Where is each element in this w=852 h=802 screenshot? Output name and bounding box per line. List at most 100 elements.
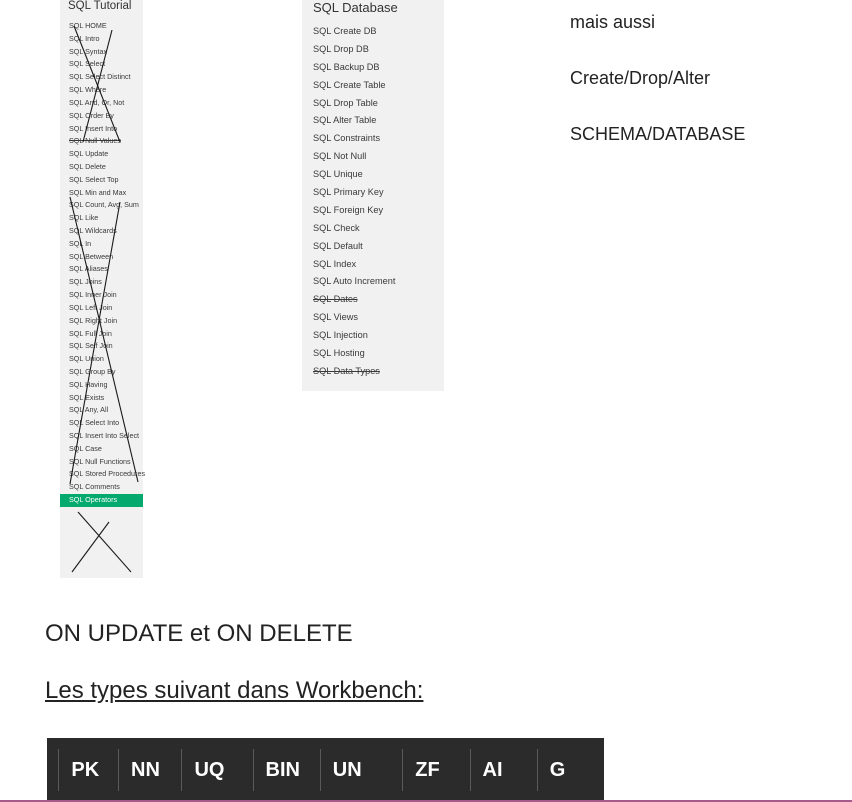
tutorial-menu-item[interactable]: SQL Having <box>60 379 143 392</box>
tutorial-menu-item[interactable]: SQL Joins <box>60 276 143 289</box>
tutorial-menu-item[interactable]: SQL And, Or, Not <box>60 97 143 110</box>
tutorial-menu-item[interactable]: SQL Select Distinct <box>60 71 143 84</box>
database-menu-item-label: SQL Backup DB <box>313 61 380 72</box>
tutorial-menu-item-label: SQL And, Or, Not <box>69 97 125 107</box>
tutorial-menu-item-label: SQL Union <box>69 354 104 364</box>
database-menu-item-label: SQL Create Table <box>313 79 386 90</box>
tutorial-menu-item[interactable]: SQL Insert Into Select <box>60 430 143 443</box>
tutorial-menu-item[interactable]: SQL Count, Avg, Sum <box>60 199 143 212</box>
database-menu-item[interactable]: SQL Index <box>302 256 444 274</box>
tutorial-menu-item[interactable]: SQL Where <box>60 84 143 97</box>
tutorial-menu-item-label: SQL Syntax <box>69 46 108 56</box>
database-menu-item[interactable]: SQL Data Types <box>302 363 444 381</box>
flag-nn-button[interactable]: NN <box>118 749 181 791</box>
tutorial-menu-item[interactable]: SQL Between <box>60 251 143 264</box>
tutorial-menu-item[interactable]: SQL Aliases <box>60 263 143 276</box>
tutorial-menu-item-label: SQL Count, Avg, Sum <box>69 200 139 210</box>
tutorial-menu-item[interactable]: SQL Inner Join <box>60 289 143 302</box>
tutorial-menu-item[interactable]: SQL Delete <box>60 161 143 174</box>
flag-un-button[interactable]: UN <box>319 749 402 791</box>
tutorial-menu-item[interactable]: SQL Select Into <box>60 417 143 430</box>
tutorial-menu-item[interactable]: SQL Stored Procedures <box>60 468 145 481</box>
tutorial-menu-item-label: SQL Operators <box>69 495 118 505</box>
database-menu-item[interactable]: SQL Drop DB <box>302 41 444 59</box>
tutorial-menu-item-label: SQL Self Join <box>69 341 113 351</box>
flag-zf-button[interactable]: ZF <box>402 749 469 791</box>
tutorial-menu-item[interactable]: SQL Null Values <box>60 135 143 148</box>
database-menu-item[interactable]: SQL Not Null <box>302 148 444 166</box>
tutorial-menu-item-label: SQL Between <box>69 251 114 261</box>
tutorial-menu-item[interactable]: SQL Syntax <box>60 46 143 59</box>
database-menu-item[interactable]: SQL Create DB <box>302 23 444 41</box>
tutorial-menu-item-label: SQL Inner Join <box>69 290 117 300</box>
tutorial-menu-item[interactable]: SQL Right Join <box>60 315 143 328</box>
database-menu-item-label: SQL Index <box>313 258 357 269</box>
tutorial-menu-item[interactable]: SQL Self Join <box>60 340 143 353</box>
database-menu-item-label: SQL Foreign Key <box>313 204 384 215</box>
tutorial-menu-item-label: SQL Right Join <box>69 315 118 325</box>
database-menu-item[interactable]: SQL Hosting <box>302 345 444 363</box>
database-menu-item[interactable]: SQL Foreign Key <box>302 202 444 220</box>
database-menu-item[interactable]: SQL Dates <box>302 291 444 309</box>
tutorial-menu-item[interactable]: SQL Insert Into <box>60 123 143 136</box>
database-menu-item[interactable]: SQL Unique <box>302 166 444 184</box>
flag-pk-button[interactable]: PK <box>58 749 118 791</box>
on-update-delete-text: ON UPDATE et ON DELETE <box>45 620 353 647</box>
tutorial-menu-item[interactable]: SQL HOME <box>60 20 143 33</box>
database-menu-item-label: SQL Auto Increment <box>313 276 396 287</box>
tutorial-menu-item-label: SQL Select Into <box>69 418 120 428</box>
tutorial-menu-item[interactable]: SQL Any, All <box>60 404 143 417</box>
tutorial-menu-item[interactable]: SQL Update <box>60 148 143 161</box>
tutorial-menu-item-label: SQL Select Distinct <box>69 72 131 82</box>
flag-uq-button[interactable]: UQ <box>181 749 252 791</box>
tutorial-menu-item[interactable]: SQL Left Join <box>60 302 143 315</box>
tutorial-menu-item-label: SQL Update <box>69 149 109 159</box>
database-menu-item[interactable]: SQL Auto Increment <box>302 273 444 291</box>
tutorial-menu-list: SQL HOME SQL Intro SQL Syntax SQL Select SQL… <box>60 20 145 507</box>
tutorial-menu-item[interactable]: SQL Null Functions <box>60 456 143 469</box>
database-menu-item-label: SQL Dates <box>313 294 358 305</box>
note-mais-aussi: mais aussi <box>570 12 656 32</box>
flag-bin-button[interactable]: BIN <box>252 749 320 791</box>
database-menu-item[interactable]: SQL Constraints <box>302 130 444 148</box>
database-menu-item[interactable]: SQL Backup DB <box>302 59 444 77</box>
database-menu-item[interactable]: SQL Default <box>302 238 444 256</box>
database-menu-item[interactable]: SQL Drop Table <box>302 95 444 113</box>
tutorial-menu-item[interactable]: SQL Exists <box>60 392 143 405</box>
tutorial-menu-item[interactable]: SQL Full Join <box>60 328 143 341</box>
database-menu-item-label: SQL Drop Table <box>313 97 378 108</box>
tutorial-menu-item[interactable]: SQL Comments <box>60 481 143 494</box>
tutorial-menu-item-label: SQL Any, All <box>69 405 109 415</box>
tutorial-menu-item[interactable]: SQL Order By <box>60 110 143 123</box>
database-menu-item[interactable]: SQL Views <box>302 309 444 327</box>
flag-ai-button[interactable]: AI <box>469 749 537 791</box>
database-menu-item-label: SQL Create DB <box>313 26 377 36</box>
tutorial-menu-title: SQL Tutorial <box>68 0 132 12</box>
database-menu-item[interactable]: SQL Create Table <box>302 77 444 95</box>
tutorial-menu-item-label: SQL In <box>69 238 92 248</box>
tutorial-menu-item[interactable]: SQL Select <box>60 58 143 71</box>
tutorial-menu-item-label: SQL Wildcards <box>69 226 117 235</box>
tutorial-menu-item[interactable]: SQL Min and Max <box>60 187 143 200</box>
tutorial-menu-item[interactable]: SQL Wildcards <box>60 225 143 238</box>
database-menu-item[interactable]: SQL Injection <box>302 327 444 345</box>
tutorial-menu-item[interactable]: SQL Union <box>60 353 143 366</box>
database-menu-item-label: SQL Alter Table <box>313 115 377 126</box>
tutorial-menu-item[interactable]: SQL In <box>60 238 143 251</box>
tutorial-menu-item[interactable]: SQL Operators <box>60 494 143 507</box>
database-menu-item[interactable]: SQL Primary Key <box>302 184 444 202</box>
tutorial-menu-item-label: SQL Min and Max <box>69 187 127 197</box>
tutorial-menu-item-label: SQL Insert Into Select <box>69 431 140 440</box>
flag-g-button[interactable]: G <box>536 749 604 791</box>
tutorial-menu-item-label: SQL Null Values <box>69 136 121 146</box>
tutorial-menu-item[interactable]: SQL Like <box>60 212 143 225</box>
tutorial-menu-item[interactable]: SQL Group By <box>60 366 143 379</box>
tutorial-menu-item[interactable]: SQL Case <box>60 443 143 456</box>
tutorial-menu-item[interactable]: SQL Intro <box>60 33 143 46</box>
database-menu-item[interactable]: SQL Alter Table <box>302 112 444 130</box>
tutorial-menu-item[interactable]: SQL Select Top <box>60 174 143 187</box>
database-menu-item-label: SQL Constraints <box>313 133 381 144</box>
tutorial-menu-item-label: SQL Order By <box>69 110 114 120</box>
tutorial-menu-item-label: SQL Left Join <box>69 302 113 312</box>
database-menu-item[interactable]: SQL Check <box>302 220 444 238</box>
